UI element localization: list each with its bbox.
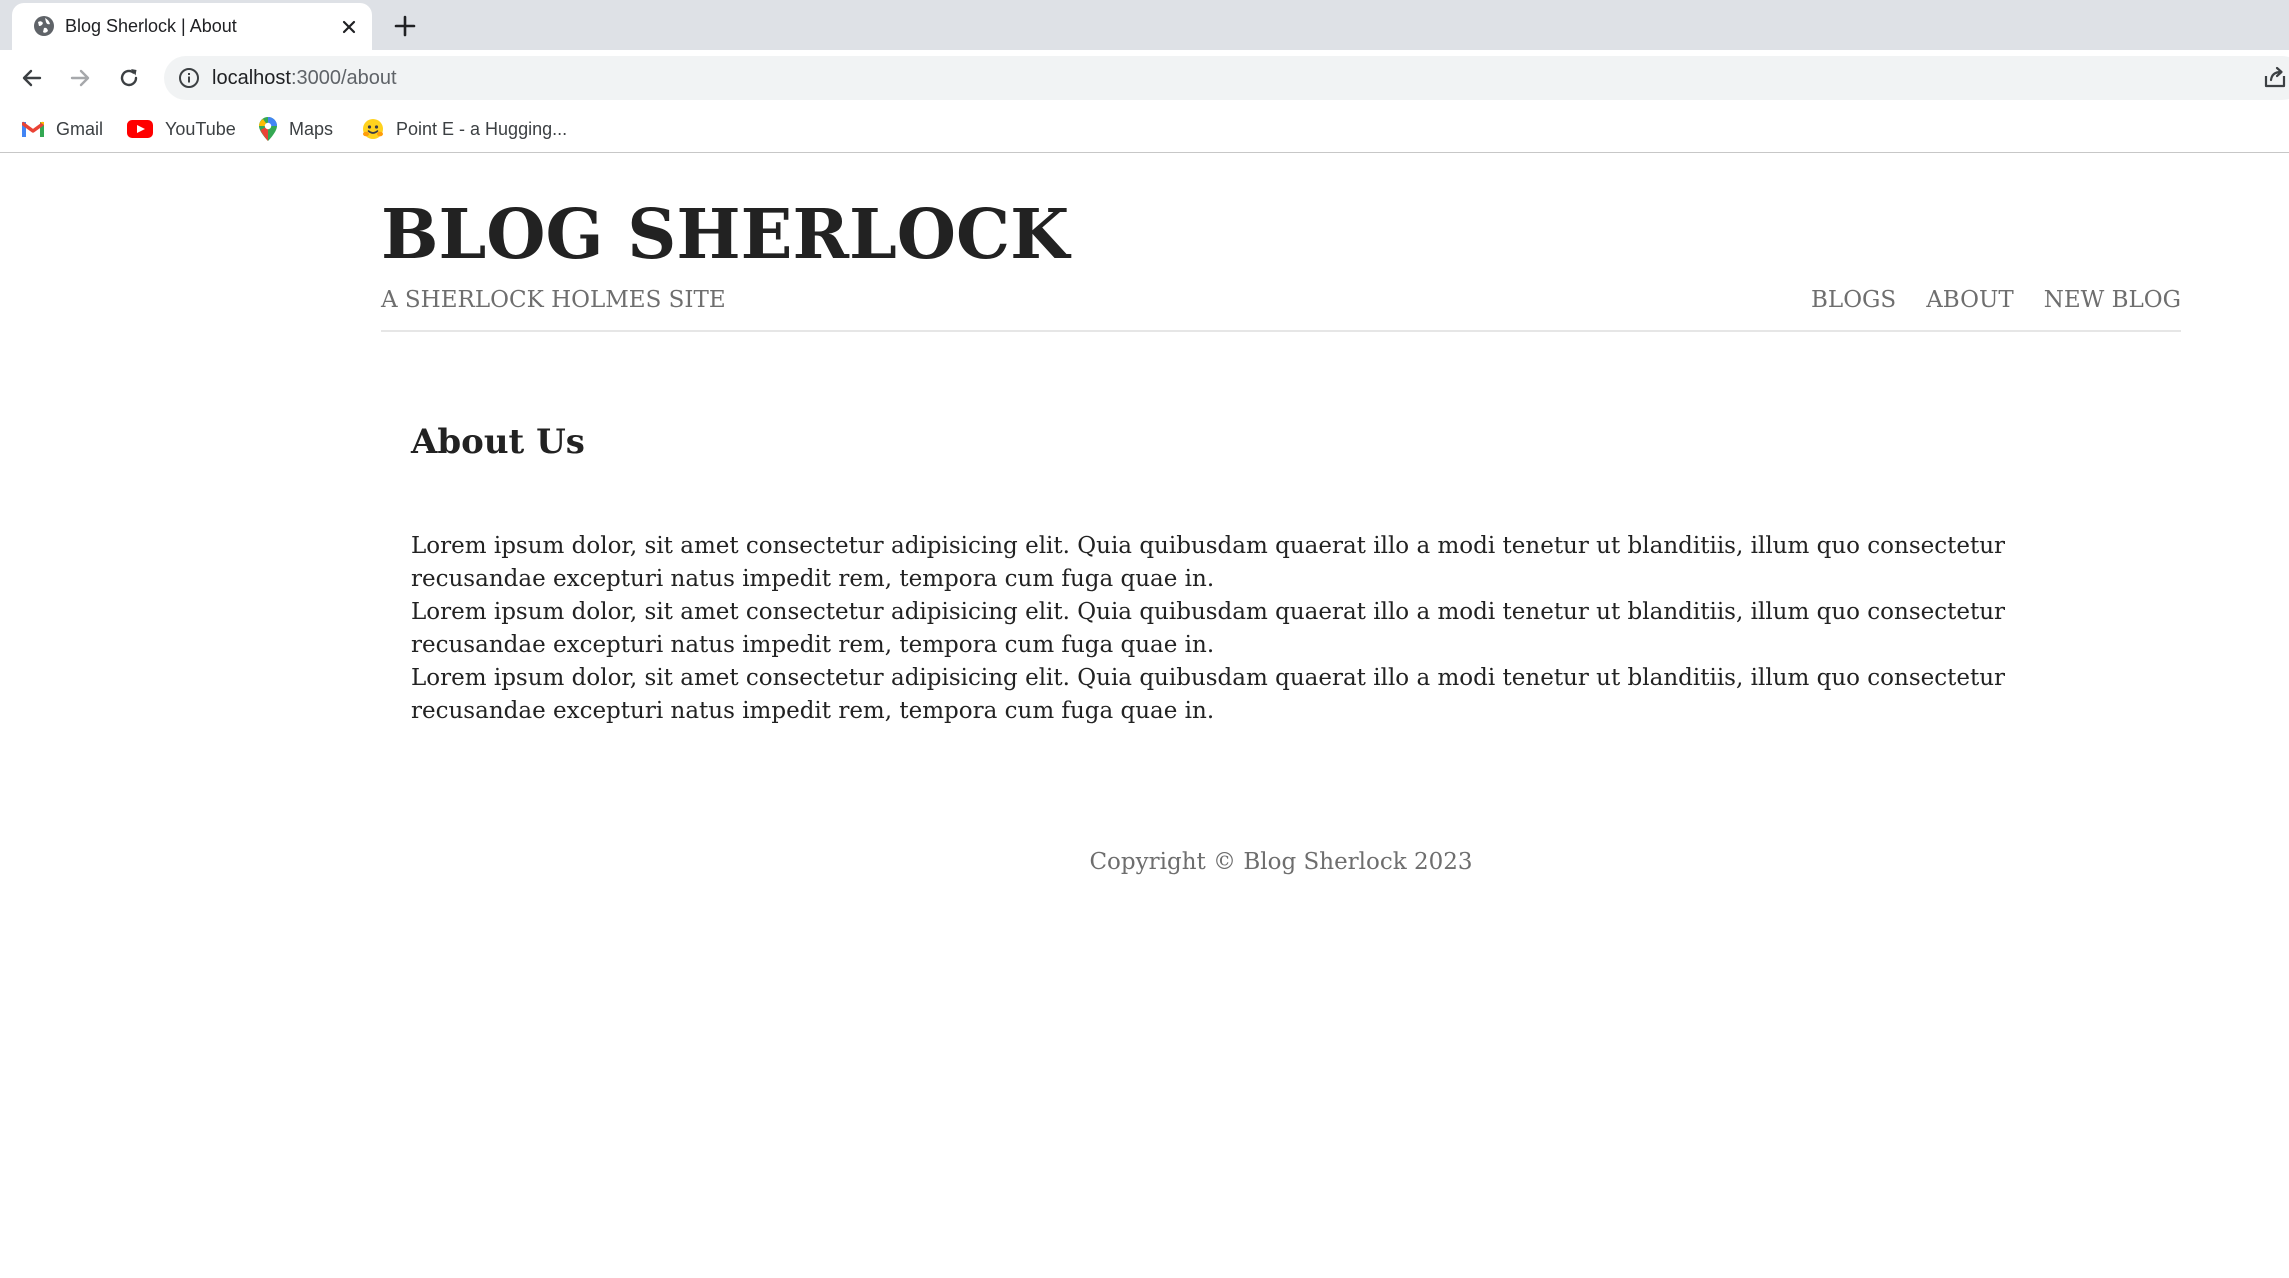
youtube-icon <box>127 120 153 138</box>
browser-tab-active[interactable]: Blog Sherlock | About <box>12 3 372 50</box>
bookmark-label: Point E - a Hugging... <box>396 118 568 139</box>
nav-link-about[interactable]: ABOUT <box>1926 287 2014 313</box>
url-host: localhost <box>212 67 291 89</box>
site-title[interactable]: BLOG SHERLOCK <box>381 195 1069 275</box>
maps-icon <box>259 117 277 141</box>
site-subtitle: A SHERLOCK HOLMES SITE <box>381 287 726 313</box>
footer-copyright: Copyright © Blog Sherlock 2023 <box>1089 849 1473 875</box>
about-paragraph: Lorem ipsum dolor, sit amet consectetur … <box>411 533 2006 592</box>
tab-close-icon[interactable] <box>337 15 361 39</box>
bookmark-gmail[interactable]: Gmail <box>22 115 103 143</box>
bookmark-label: Gmail <box>56 118 104 139</box>
address-bar[interactable]: localhost:3000/about <box>164 56 2289 100</box>
about-heading: About Us <box>411 422 585 462</box>
new-tab-plus-icon[interactable] <box>390 11 420 41</box>
site-info-icon[interactable] <box>178 67 200 89</box>
bookmark-point-e[interactable]: Point E - a Hugging... <box>362 115 567 143</box>
nav-link-blogs[interactable]: BLOGS <box>1811 287 1896 313</box>
about-paragraph: Lorem ipsum dolor, sit amet consectetur … <box>411 599 2006 658</box>
hugging-face-icon <box>363 119 383 139</box>
nav-link-new-blog[interactable]: NEW BLOG <box>2044 287 2181 313</box>
bookmarks-bar: Gmail YouTube Maps Point E - a Hugging..… <box>0 106 2289 153</box>
forward-arrow-icon[interactable] <box>64 62 96 94</box>
share-icon[interactable] <box>2262 64 2288 90</box>
tab-title: Blog Sherlock | About <box>65 16 237 36</box>
gmail-icon <box>22 121 44 137</box>
bookmark-maps[interactable]: Maps <box>259 115 333 143</box>
site-nav: BLOGS ABOUT NEW BLOG <box>1811 287 2181 313</box>
bookmark-youtube[interactable]: YouTube <box>127 115 236 143</box>
address-url: localhost:3000/about <box>212 67 397 90</box>
browser-toolbar: localhost:3000/about <box>0 50 2289 106</box>
url-path: :3000/about <box>290 67 397 89</box>
back-arrow-icon[interactable] <box>16 62 48 94</box>
about-body: Lorem ipsum dolor, sit amet consectetur … <box>411 530 2131 728</box>
bookmark-label: Maps <box>289 118 334 139</box>
browser-tab-strip: Blog Sherlock | About <box>0 0 2289 50</box>
about-paragraph: Lorem ipsum dolor, sit amet consectetur … <box>411 665 2006 724</box>
header-divider <box>381 330 2181 332</box>
globe-icon <box>32 14 56 38</box>
bookmark-label: YouTube <box>165 118 236 139</box>
reload-icon[interactable] <box>113 62 145 94</box>
